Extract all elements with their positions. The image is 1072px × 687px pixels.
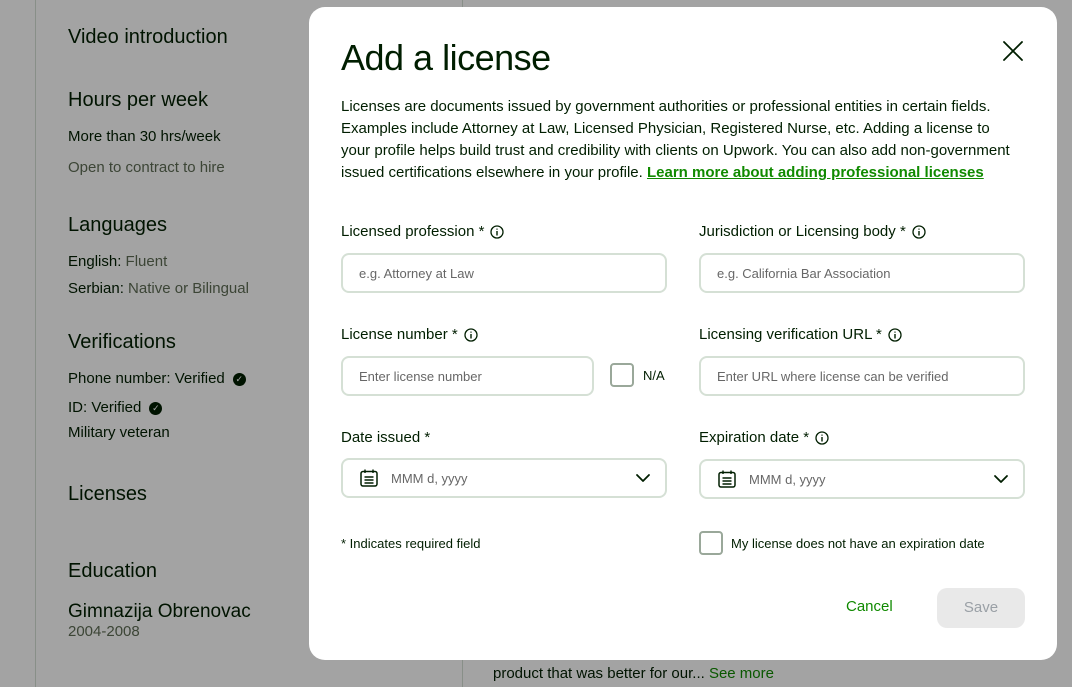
profession-input[interactable] <box>341 253 667 293</box>
learn-more-link[interactable]: Learn more about adding professional lic… <box>647 164 984 181</box>
date-issued-picker[interactable]: MMM d, yyyy <box>341 458 667 498</box>
date-issued-placeholder: MMM d, yyyy <box>391 470 468 486</box>
modal-title: Add a license <box>341 37 551 78</box>
cancel-button[interactable]: Cancel <box>846 598 893 615</box>
info-icon[interactable] <box>888 327 902 342</box>
no-expiration-label: My license does not have an expiration d… <box>731 536 985 551</box>
chevron-down-icon <box>994 475 1008 483</box>
chevron-down-icon <box>636 474 650 482</box>
close-icon <box>1003 41 1023 61</box>
expiration-label: Expiration date * <box>699 429 829 446</box>
date-issued-label: Date issued * <box>341 429 430 446</box>
verification-url-input[interactable] <box>699 356 1025 396</box>
license-number-label-text: License number * <box>341 326 458 343</box>
expiration-date-placeholder: MMM d, yyyy <box>749 471 826 487</box>
expiration-label-text: Expiration date * <box>699 429 810 446</box>
info-icon[interactable] <box>815 430 829 445</box>
add-license-modal: Add a license Licenses are documents iss… <box>309 7 1057 660</box>
info-icon[interactable] <box>464 327 478 342</box>
no-expiration-checkbox[interactable] <box>699 531 723 555</box>
verification-url-label-text: Licensing verification URL * <box>699 326 882 343</box>
calendar-icon <box>718 470 736 488</box>
expiration-date-picker[interactable]: MMM d, yyyy <box>699 459 1025 499</box>
date-issued-label-text: Date issued * <box>341 429 431 446</box>
na-label: N/A <box>643 368 665 383</box>
jurisdiction-label: Jurisdiction or Licensing body * <box>699 223 926 240</box>
verification-url-label: Licensing verification URL * <box>699 326 902 343</box>
jurisdiction-input[interactable] <box>699 253 1025 293</box>
jurisdiction-label-text: Jurisdiction or Licensing body * <box>699 223 906 240</box>
info-icon[interactable] <box>912 224 926 239</box>
save-button[interactable]: Save <box>937 588 1025 628</box>
close-button[interactable] <box>1001 39 1025 63</box>
license-number-input[interactable] <box>341 356 594 396</box>
calendar-icon <box>360 469 378 487</box>
profession-label-text: Licensed profession * <box>341 223 485 240</box>
license-number-label: License number * <box>341 326 478 343</box>
modal-description: Licenses are documents issued by governm… <box>341 96 1021 184</box>
required-field-note: * Indicates required field <box>341 536 481 551</box>
info-icon[interactable] <box>490 224 505 239</box>
profession-label: Licensed profession * <box>341 223 505 240</box>
na-checkbox[interactable] <box>610 363 634 387</box>
